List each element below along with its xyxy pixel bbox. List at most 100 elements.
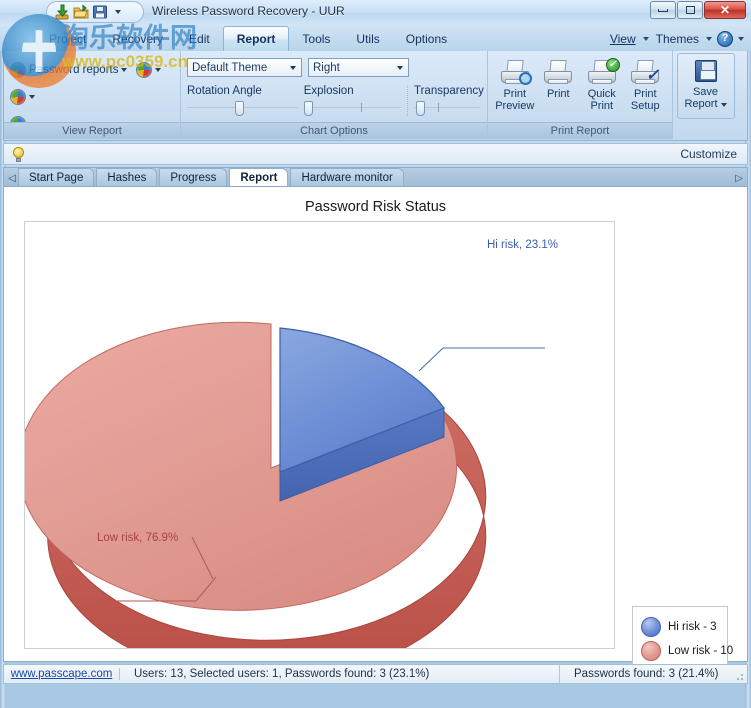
transparency-slider-thumb[interactable] bbox=[416, 101, 425, 116]
menu-item-project[interactable]: Project bbox=[36, 26, 99, 51]
themes-menu-button[interactable]: Themes bbox=[654, 32, 701, 46]
maximize-icon bbox=[685, 6, 695, 14]
customize-button[interactable]: Customize bbox=[680, 147, 737, 161]
save-report-chevron-down-icon[interactable] bbox=[720, 103, 727, 107]
menu-bar-right: View Themes ? bbox=[608, 26, 747, 51]
legend-position-chevron-down-icon[interactable] bbox=[397, 66, 403, 70]
print-setup-icon: ✓ bbox=[625, 56, 667, 88]
ribbon-group-view-report: Password reports View Report bbox=[4, 51, 180, 139]
pie-report-2-chevron-down-icon[interactable] bbox=[155, 67, 162, 72]
rotation-angle-slider[interactable] bbox=[187, 100, 298, 116]
status-bar: www.passcape.com Users: 13, Selected use… bbox=[3, 664, 748, 684]
resize-grip[interactable] bbox=[733, 670, 745, 682]
rotation-angle-control: Rotation Angle bbox=[187, 85, 298, 116]
quick-print-icon: ✓ bbox=[581, 56, 623, 88]
tab-hashes[interactable]: Hashes bbox=[96, 168, 158, 186]
theme-combo[interactable]: Default Theme bbox=[187, 58, 302, 77]
legend-entry-low-risk: Low risk - 10 bbox=[641, 639, 733, 663]
save-report-line1: Save bbox=[692, 86, 719, 98]
pie-report-icon[interactable] bbox=[10, 61, 26, 78]
window-controls: ✕ bbox=[650, 1, 746, 19]
quick-print-line2: Print bbox=[590, 100, 614, 112]
menu-item-recovery[interactable]: Recovery bbox=[99, 26, 176, 51]
print-preview-line2: Preview bbox=[495, 100, 535, 112]
explosion-slider[interactable] bbox=[303, 100, 401, 116]
title-bar: Wireless Password Recovery - UUR ✕ bbox=[0, 0, 751, 26]
explosion-slider-thumb[interactable] bbox=[303, 101, 313, 116]
minimize-icon bbox=[658, 8, 668, 12]
chart-legend: Hi risk - 3 Low risk - 10 bbox=[632, 606, 733, 672]
status-website-link[interactable]: www.passcape.com bbox=[4, 668, 120, 680]
quick-access-toolbar[interactable] bbox=[46, 1, 144, 23]
transparency-label: Transparency bbox=[414, 85, 484, 97]
lightbulb-icon[interactable] bbox=[12, 146, 25, 162]
rotation-slider-thumb[interactable] bbox=[235, 101, 244, 116]
download-icon[interactable] bbox=[54, 4, 70, 20]
maximize-button[interactable] bbox=[677, 1, 703, 19]
view-menu-button[interactable]: View bbox=[608, 32, 638, 46]
transparency-slider[interactable] bbox=[414, 100, 481, 116]
help-chevron-down-icon[interactable] bbox=[738, 36, 744, 41]
print-setup-line1: Print bbox=[633, 88, 657, 100]
close-button[interactable]: ✕ bbox=[704, 1, 746, 19]
quick-print-button[interactable]: ✓ Quick Print bbox=[581, 55, 623, 117]
theme-combo-chevron-down-icon[interactable] bbox=[290, 66, 296, 70]
pie-report-icon-2[interactable] bbox=[136, 61, 153, 78]
chart-plot-area: Hi risk, 23.1% Low risk, 76.9% bbox=[24, 221, 615, 649]
pie-report-icon-3[interactable] bbox=[10, 88, 26, 105]
ribbon-group-save-report: Save Report bbox=[672, 51, 738, 139]
tab-progress[interactable]: Progress bbox=[159, 168, 228, 186]
menu-item-edit[interactable]: Edit bbox=[176, 26, 223, 51]
themes-chevron-down-icon[interactable] bbox=[706, 36, 712, 41]
menu-item-utils[interactable]: Utils bbox=[343, 26, 392, 51]
data-label-hi-risk: Hi risk, 23.1% bbox=[487, 239, 558, 251]
view-report-body: Password reports bbox=[4, 51, 180, 132]
save-report-button[interactable]: Save Report bbox=[676, 53, 735, 119]
print-preview-button[interactable]: Print Preview bbox=[494, 55, 536, 117]
group-title-print-report: Print Report bbox=[488, 122, 672, 139]
chart-title: Password Risk Status bbox=[304, 199, 447, 215]
password-reports-label: Password reports bbox=[29, 63, 119, 76]
open-folder-icon[interactable] bbox=[73, 4, 89, 20]
password-reports-row[interactable]: Password reports bbox=[10, 59, 174, 80]
save-icon[interactable] bbox=[92, 4, 108, 20]
explosion-slider-tick bbox=[360, 103, 362, 112]
report-content-panel: Password Risk Status Hi risk, 23.1% Low … bbox=[3, 187, 748, 672]
quick-print-line1: Quick bbox=[587, 88, 616, 100]
tab-hardware-monitor[interactable]: Hardware monitor bbox=[290, 168, 404, 186]
report-row-2[interactable] bbox=[10, 86, 174, 107]
menu-item-tools[interactable]: Tools bbox=[289, 26, 343, 51]
window-title: Wireless Password Recovery - UUR bbox=[152, 4, 345, 18]
transparency-slider-tick bbox=[438, 103, 439, 112]
explosion-control: Explosion bbox=[303, 85, 401, 116]
password-reports-chevron-down-icon[interactable] bbox=[121, 67, 128, 72]
print-button[interactable]: Print bbox=[538, 55, 580, 117]
explosion-slider-track bbox=[303, 107, 401, 109]
tab-scroll-right-icon[interactable]: ▷ bbox=[733, 171, 745, 185]
menu-item-report[interactable]: Report bbox=[222, 26, 290, 51]
help-icon[interactable]: ? bbox=[717, 30, 733, 47]
save-report-icon bbox=[694, 60, 717, 82]
print-line1: Print bbox=[546, 88, 570, 100]
status-summary-text: Users: 13, Selected users: 1, Passwords … bbox=[134, 668, 430, 680]
pie-chart bbox=[25, 321, 545, 648]
rotation-angle-label: Rotation Angle bbox=[187, 85, 262, 97]
print-icon bbox=[538, 56, 580, 88]
tab-strip: ◁ Start Page Hashes Progress Report Hard… bbox=[3, 167, 748, 187]
ribbon-group-print-report: Print Preview Print ✓ Quick Print ✓ Prin… bbox=[487, 51, 672, 139]
report-row-2-chevron-down-icon[interactable] bbox=[29, 94, 35, 99]
tab-scroll-left-icon[interactable]: ◁ bbox=[6, 171, 18, 185]
legend-position-combo[interactable]: Right bbox=[308, 58, 409, 77]
print-setup-button[interactable]: ✓ Print Setup bbox=[625, 55, 667, 117]
qat-dropdown-icon[interactable] bbox=[115, 10, 121, 14]
menu-item-options[interactable]: Options bbox=[393, 26, 460, 51]
application-window: Wireless Password Recovery - UUR ✕ Proje… bbox=[0, 0, 751, 708]
legend-entry-hi-risk: Hi risk - 3 bbox=[641, 615, 727, 639]
print-report-body: Print Preview Print ✓ Quick Print ✓ Prin… bbox=[488, 51, 672, 121]
tab-start-page[interactable]: Start Page bbox=[18, 168, 95, 186]
ribbon-group-chart-options: Default Theme Right Rotation Angle Explo… bbox=[180, 51, 487, 139]
tab-report[interactable]: Report bbox=[229, 168, 289, 186]
minimize-button[interactable] bbox=[650, 1, 676, 19]
customize-bar: Customize bbox=[3, 143, 748, 165]
view-chevron-down-icon[interactable] bbox=[642, 36, 649, 41]
